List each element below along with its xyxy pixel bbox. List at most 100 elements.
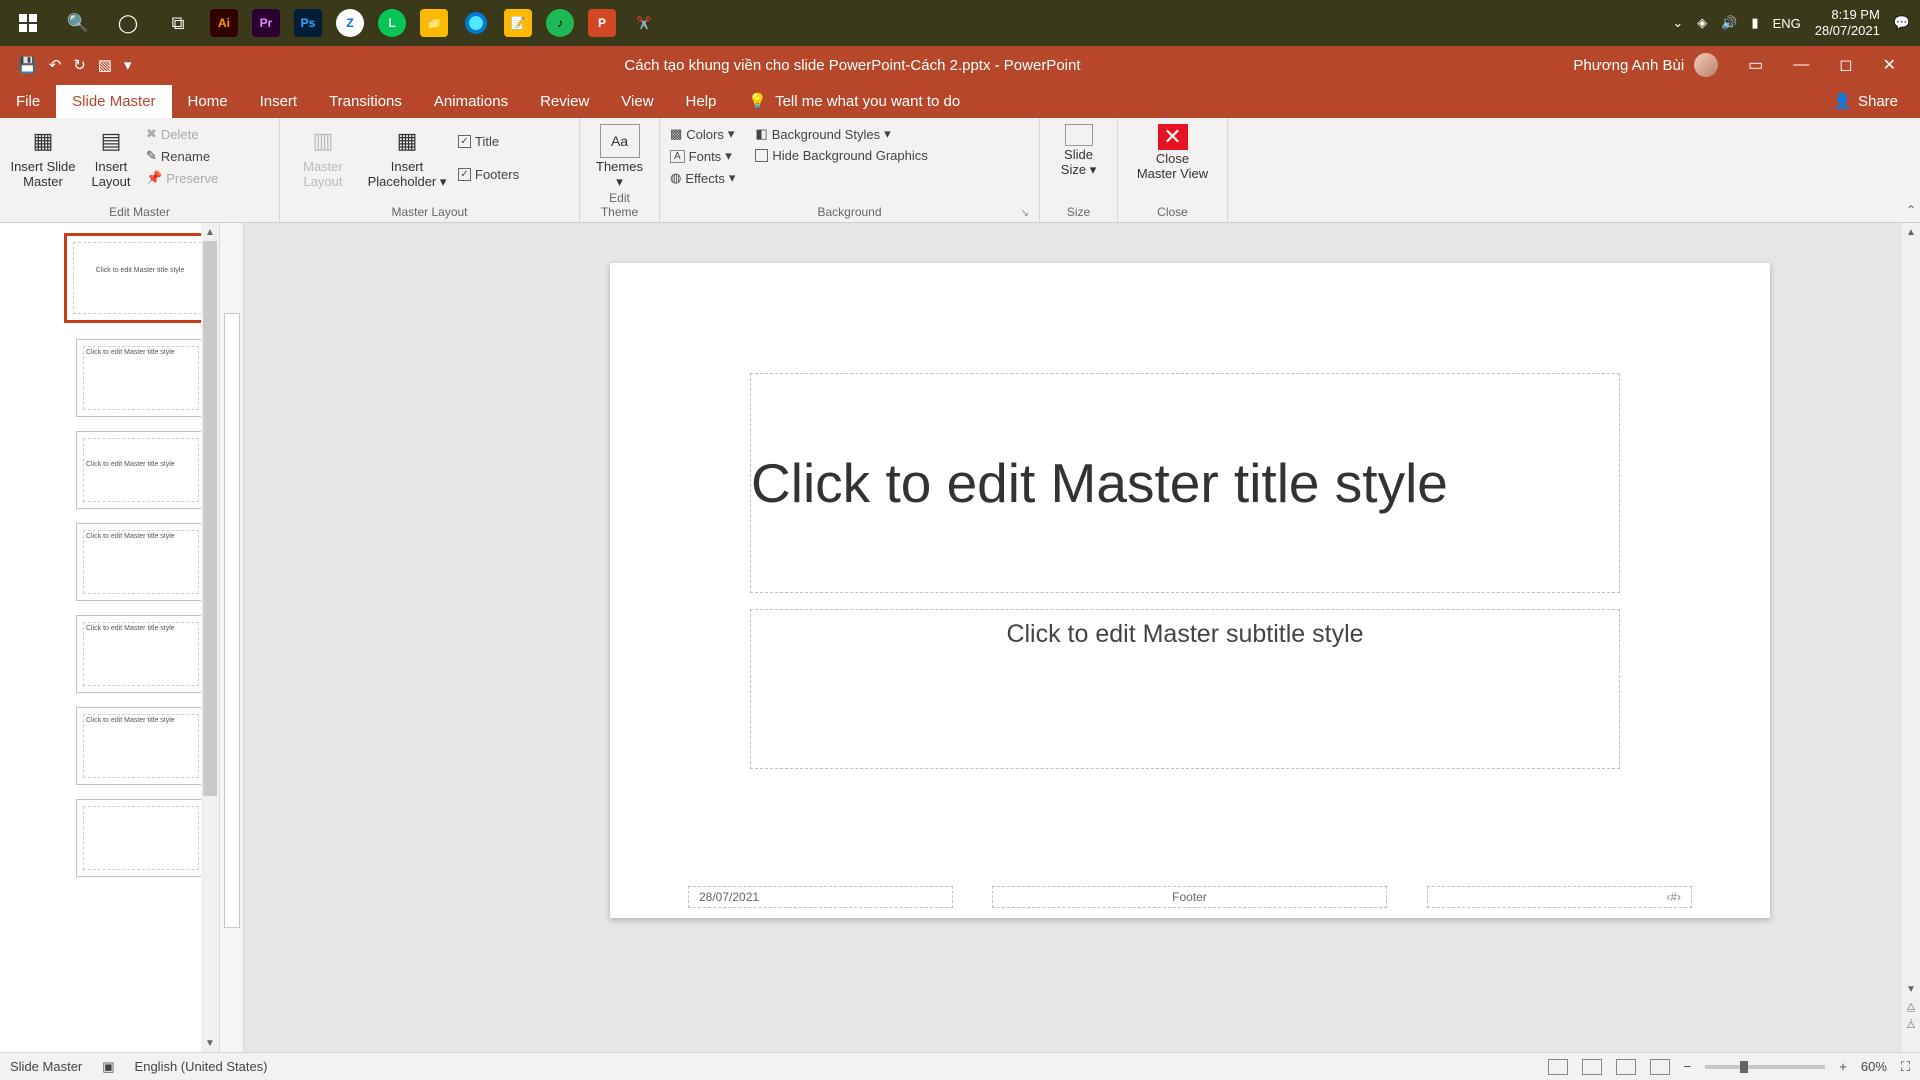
zoom-out-button[interactable]: − bbox=[1684, 1059, 1692, 1074]
placeholder-icon: ▦ bbox=[390, 124, 424, 158]
zoom-in-button[interactable]: + bbox=[1839, 1059, 1847, 1074]
canvas-scrollbar[interactable]: ▲ ▼ ⧋ ⧊ bbox=[1902, 223, 1920, 1052]
date-placeholder[interactable]: 28/07/2021 bbox=[688, 886, 953, 908]
start-icon[interactable] bbox=[10, 5, 46, 41]
zoom-slider-knob[interactable] bbox=[1740, 1061, 1748, 1073]
effects-label: Effects bbox=[685, 171, 725, 186]
scroll-up-icon[interactable]: ▲ bbox=[1902, 223, 1920, 241]
wifi-icon[interactable]: ◈ bbox=[1697, 15, 1707, 31]
tab-transitions[interactable]: Transitions bbox=[313, 85, 418, 118]
save-icon[interactable]: 💾 bbox=[18, 56, 37, 74]
fonts-button[interactable]: AFonts ▾ bbox=[670, 146, 735, 166]
slideshow-button[interactable] bbox=[1650, 1059, 1670, 1075]
slide-canvas[interactable]: Click to edit Master title style Click t… bbox=[220, 223, 1920, 1052]
normal-view-button[interactable] bbox=[1548, 1059, 1568, 1075]
layout-thumbnail[interactable] bbox=[76, 799, 201, 877]
footers-checkbox[interactable]: ✓Footers bbox=[458, 165, 519, 184]
scroll-down-icon[interactable]: ▼ bbox=[201, 1034, 219, 1052]
clock[interactable]: 8:19 PM 28/07/2021 bbox=[1815, 7, 1880, 38]
layout-thumbnail[interactable]: Click to edit Master title style bbox=[76, 339, 201, 417]
cortana-icon[interactable]: ◯ bbox=[110, 5, 146, 41]
qat-more-icon[interactable]: ▾ bbox=[124, 56, 132, 74]
collapse-ribbon-icon[interactable]: ⌃ bbox=[1906, 203, 1916, 217]
scroll-up-icon[interactable]: ▲ bbox=[201, 223, 219, 241]
title-checkbox[interactable]: ✓Title bbox=[458, 132, 519, 151]
language-indicator[interactable]: ENG bbox=[1773, 16, 1801, 31]
layout-thumbnail[interactable]: Click to edit Master title style bbox=[76, 615, 201, 693]
volume-icon[interactable]: 🔊 bbox=[1721, 15, 1737, 31]
thumbnails-scrollbar[interactable]: ▲ ▼ bbox=[201, 223, 219, 1052]
zoom-slider[interactable] bbox=[1705, 1065, 1825, 1069]
search-icon[interactable]: 🔍 bbox=[60, 5, 96, 41]
effects-button[interactable]: ◍Effects ▾ bbox=[670, 168, 735, 188]
delete-button[interactable]: ✖Delete bbox=[146, 124, 218, 144]
app-snip[interactable]: ✂️ bbox=[630, 9, 658, 37]
zoom-level[interactable]: 60% bbox=[1861, 1059, 1887, 1074]
undo-icon[interactable]: ↶ bbox=[49, 56, 62, 74]
prev-slide-icon[interactable]: ⧋ bbox=[1902, 998, 1920, 1016]
layout-thumbnail[interactable]: Click to edit Master title style bbox=[76, 431, 201, 509]
app-illustrator[interactable]: Ai bbox=[210, 9, 238, 37]
tab-slide-master[interactable]: Slide Master bbox=[56, 85, 171, 118]
notifications-icon[interactable]: 💬 bbox=[1894, 15, 1910, 31]
reading-view-button[interactable] bbox=[1616, 1059, 1636, 1075]
app-premiere[interactable]: Pr bbox=[252, 9, 280, 37]
tab-file[interactable]: File bbox=[0, 85, 56, 118]
tray-chevron-icon[interactable]: ⌄ bbox=[1672, 15, 1683, 31]
insert-placeholder-button[interactable]: ▦Insert Placeholder ▾ bbox=[364, 124, 450, 190]
next-slide-icon[interactable]: ⧊ bbox=[1902, 1016, 1920, 1034]
app-line[interactable]: L bbox=[378, 9, 406, 37]
master-layout-label: Master Layout bbox=[303, 160, 343, 190]
title-placeholder[interactable]: Click to edit Master title style bbox=[750, 373, 1620, 593]
fit-to-window-button[interactable]: ⛶ bbox=[1901, 1059, 1910, 1075]
app-zalo[interactable]: Z bbox=[336, 9, 364, 37]
share-button[interactable]: 👤Share bbox=[1811, 84, 1920, 118]
layout-thumbnail[interactable]: Click to edit Master title style bbox=[76, 707, 201, 785]
tab-review[interactable]: Review bbox=[524, 85, 605, 118]
status-language[interactable]: English (United States) bbox=[135, 1059, 268, 1074]
app-spotify[interactable]: ♪ bbox=[546, 9, 574, 37]
tab-help[interactable]: Help bbox=[670, 85, 733, 118]
slide[interactable]: Click to edit Master title style Click t… bbox=[610, 263, 1770, 918]
dialog-launcher-icon[interactable]: ↘ bbox=[1021, 208, 1029, 219]
spellcheck-icon[interactable]: ▣ bbox=[102, 1059, 114, 1075]
colors-button[interactable]: ▩Colors ▾ bbox=[670, 124, 735, 144]
scroll-down-icon[interactable]: ▼ bbox=[1902, 980, 1920, 998]
tab-insert[interactable]: Insert bbox=[244, 85, 314, 118]
slide-sorter-button[interactable] bbox=[1582, 1059, 1602, 1075]
scrollbar-thumb[interactable] bbox=[203, 241, 217, 796]
minimize-icon[interactable]: ― bbox=[1793, 56, 1809, 74]
tab-view[interactable]: View bbox=[605, 85, 669, 118]
subtitle-placeholder[interactable]: Click to edit Master subtitle style bbox=[750, 609, 1620, 769]
app-photoshop[interactable]: Ps bbox=[294, 9, 322, 37]
user-name[interactable]: Phương Anh Bùi bbox=[1573, 57, 1684, 74]
slide-master-thumbnail[interactable]: Click to edit Master title style bbox=[64, 233, 201, 323]
app-edge[interactable] bbox=[462, 9, 490, 37]
tab-animations[interactable]: Animations bbox=[418, 85, 524, 118]
themes-button[interactable]: AaThemes▾ bbox=[590, 124, 649, 190]
app-stickynotes[interactable]: 📝 bbox=[504, 9, 532, 37]
battery-icon[interactable]: ▮ bbox=[1751, 15, 1758, 31]
insert-layout-button[interactable]: ▤Insert Layout bbox=[84, 124, 138, 190]
app-explorer[interactable]: 📁 bbox=[420, 9, 448, 37]
slide-size-button[interactable]: Slide Size ▾ bbox=[1050, 124, 1107, 178]
hide-background-checkbox[interactable]: Hide Background Graphics bbox=[755, 146, 927, 165]
avatar[interactable] bbox=[1694, 53, 1718, 77]
ribbon-display-icon[interactable]: ▭ bbox=[1748, 55, 1763, 75]
maximize-icon[interactable]: ◻ bbox=[1839, 55, 1852, 75]
task-view-icon[interactable]: ⧉ bbox=[160, 5, 196, 41]
rename-button[interactable]: ✎Rename bbox=[146, 146, 218, 166]
layout-thumbnail[interactable]: Click to edit Master title style bbox=[76, 523, 201, 601]
tab-home[interactable]: Home bbox=[172, 85, 244, 118]
slide-number-placeholder[interactable]: ‹#› bbox=[1427, 886, 1692, 908]
start-from-beginning-icon[interactable]: ▧ bbox=[98, 56, 112, 74]
footer-placeholder[interactable]: Footer bbox=[992, 886, 1387, 908]
close-master-view-button[interactable]: ✕Close Master View bbox=[1128, 124, 1217, 182]
close-icon[interactable]: ✕ bbox=[1883, 55, 1896, 75]
preserve-button[interactable]: 📌Preserve bbox=[146, 168, 218, 188]
background-styles-button[interactable]: ◧Background Styles ▾ bbox=[755, 124, 927, 144]
insert-slide-master-button[interactable]: ▦Insert Slide Master bbox=[10, 124, 76, 190]
redo-icon[interactable]: ↻ bbox=[73, 56, 86, 74]
tell-me-search[interactable]: 💡Tell me what you want to do bbox=[732, 84, 976, 118]
app-powerpoint[interactable]: P bbox=[588, 9, 616, 37]
